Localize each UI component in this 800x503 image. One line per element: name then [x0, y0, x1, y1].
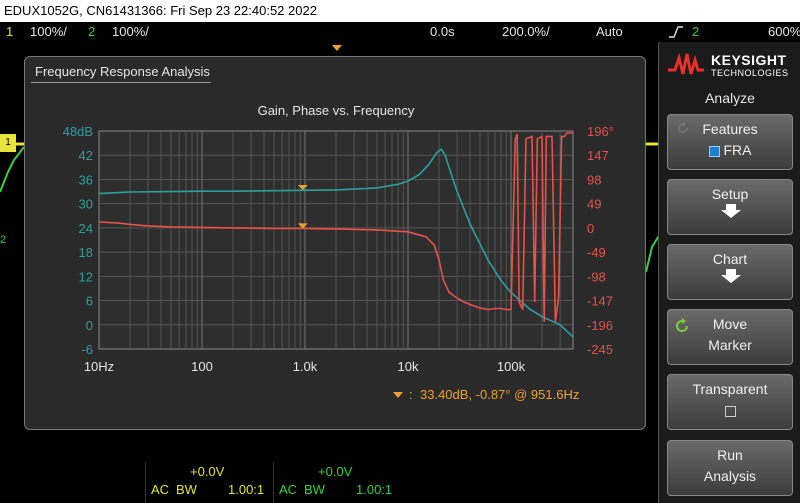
- y-right-tick-label: -98: [587, 269, 606, 284]
- move-marker-label-1: Move: [712, 316, 748, 332]
- y-left-tick-label: 48dB: [63, 124, 93, 139]
- chart-label: Chart: [712, 251, 748, 267]
- ch1-scale[interactable]: 100%/: [30, 22, 67, 42]
- run-label-2: Analysis: [703, 468, 757, 484]
- keysight-logo: KEYSIGHT TECHNOLOGIES: [667, 46, 795, 86]
- x-tick-label: 10k: [398, 359, 419, 374]
- brand-name: KEYSIGHT: [711, 52, 787, 68]
- setup-label: Setup: [711, 186, 749, 202]
- ch1-offset: +0.0V: [190, 464, 225, 479]
- y-left-tick-label: 36: [79, 172, 93, 187]
- y-left-tick-label: 18: [79, 245, 93, 260]
- ch1-ground-marker[interactable]: 1: [0, 134, 16, 152]
- chart-title: Gain, Phase vs. Frequency: [258, 103, 415, 118]
- y-right-tick-label: 0: [587, 221, 594, 236]
- features-softkey[interactable]: Features FRA: [667, 114, 793, 170]
- y-right-tick-label: 147: [587, 148, 609, 163]
- marker-readout-icon: [393, 392, 403, 398]
- brand-subtitle: TECHNOLOGIES: [711, 68, 789, 78]
- x-tick-label: 1.0k: [293, 359, 318, 374]
- y-left-tick-label: 0: [86, 318, 93, 333]
- trigger-source[interactable]: 2: [692, 22, 699, 42]
- softkey-panel: KEYSIGHT TECHNOLOGIES Analyze Features F…: [658, 42, 800, 503]
- ch2-scale[interactable]: 100%/: [112, 22, 149, 42]
- channel-info-bar: +0.0V AC BW 1.00:1 +0.0V AC BW 1.00:1: [0, 462, 660, 503]
- ch2-bw-limit: BW: [304, 482, 325, 497]
- features-value: FRA: [723, 142, 752, 158]
- ch1-coupling: AC: [151, 482, 170, 497]
- features-value-row: FRA: [668, 142, 792, 158]
- y-left-tick-label: 12: [79, 269, 93, 284]
- fra-checkbox-icon[interactable]: [708, 145, 720, 157]
- marker-readout-prefix: :: [409, 387, 413, 402]
- trigger-position-marker: [332, 45, 342, 51]
- ch2-info[interactable]: +0.0V AC BW 1.00:1: [273, 462, 401, 503]
- y-left-tick-label: -6: [81, 342, 93, 357]
- ch2-ground-marker[interactable]: 2: [0, 234, 6, 246]
- y-right-tick-label: 49: [587, 197, 601, 212]
- ch2-offset: +0.0V: [318, 464, 353, 479]
- setup-softkey[interactable]: Setup: [667, 179, 793, 235]
- y-left-tick-label: 30: [79, 197, 93, 212]
- status-bar: 1 100%/ 2 100%/ 0.0s 200.0%/ Auto: [0, 22, 660, 42]
- time-delay[interactable]: 0.0s: [430, 22, 455, 42]
- keysight-wave-icon: [668, 52, 704, 75]
- features-label: Features: [702, 121, 758, 137]
- y-right-tick-label: -147: [587, 294, 613, 309]
- move-marker-softkey[interactable]: Move Marker: [667, 309, 793, 365]
- ch2-probe-ratio: 1.00:1: [356, 482, 393, 497]
- run-label-1: Run: [717, 447, 743, 463]
- y-right-tick-label: -49: [587, 245, 606, 260]
- y-right-tick-label: 196°: [587, 124, 614, 139]
- ch2-coupling: AC: [279, 482, 298, 497]
- trigger-mode[interactable]: Auto: [596, 22, 623, 42]
- trigger-status: 2 600%: [660, 22, 800, 42]
- x-tick-label: 10Hz: [84, 359, 114, 374]
- ch1-info[interactable]: +0.0V AC BW 1.00:1: [145, 462, 273, 503]
- y-right-tick-label: -245: [587, 342, 613, 357]
- trigger-level[interactable]: 600%: [768, 22, 800, 42]
- move-marker-label-2: Marker: [708, 337, 752, 353]
- title-bar: EDUX1052G, CN61431366: Fri Sep 23 22:40:…: [0, 0, 800, 22]
- ch1-probe-ratio: 1.00:1: [228, 482, 265, 497]
- fra-chart: Gain, Phase vs. Frequency 48dB 42 36 30 24 18 1…: [63, 103, 614, 402]
- submenu-arrow-icon: [721, 269, 741, 283]
- chart-softkey[interactable]: Chart: [667, 244, 793, 300]
- menu-title: Analyze: [705, 90, 755, 106]
- marker-readout: 33.40dB, -0.87° @ 951.6Hz: [420, 387, 579, 402]
- x-tick-label: 100k: [497, 359, 526, 374]
- y-left-tick-label: 24: [79, 221, 93, 236]
- transparent-label: Transparent: [692, 381, 768, 397]
- run-analysis-softkey[interactable]: Run Analysis: [667, 440, 793, 496]
- x-tick-label: 100: [191, 359, 213, 374]
- ch2-number[interactable]: 2: [88, 22, 95, 42]
- fra-window: Frequency Response Analysis Gain, Phase …: [24, 56, 646, 430]
- ch1-number[interactable]: 1: [6, 22, 13, 42]
- transparent-checkbox-icon[interactable]: [724, 405, 736, 417]
- y-left-tick-label: 6: [86, 294, 93, 309]
- ch1-bw-limit: BW: [176, 482, 197, 497]
- transparent-softkey[interactable]: Transparent: [667, 374, 793, 430]
- y-right-tick-label: -196: [587, 318, 613, 333]
- submenu-arrow-icon: [721, 204, 741, 218]
- y-right-tick-label: 98: [587, 172, 601, 187]
- y-left-tick-label: 42: [79, 148, 93, 163]
- time-scale[interactable]: 200.0%/: [502, 22, 550, 42]
